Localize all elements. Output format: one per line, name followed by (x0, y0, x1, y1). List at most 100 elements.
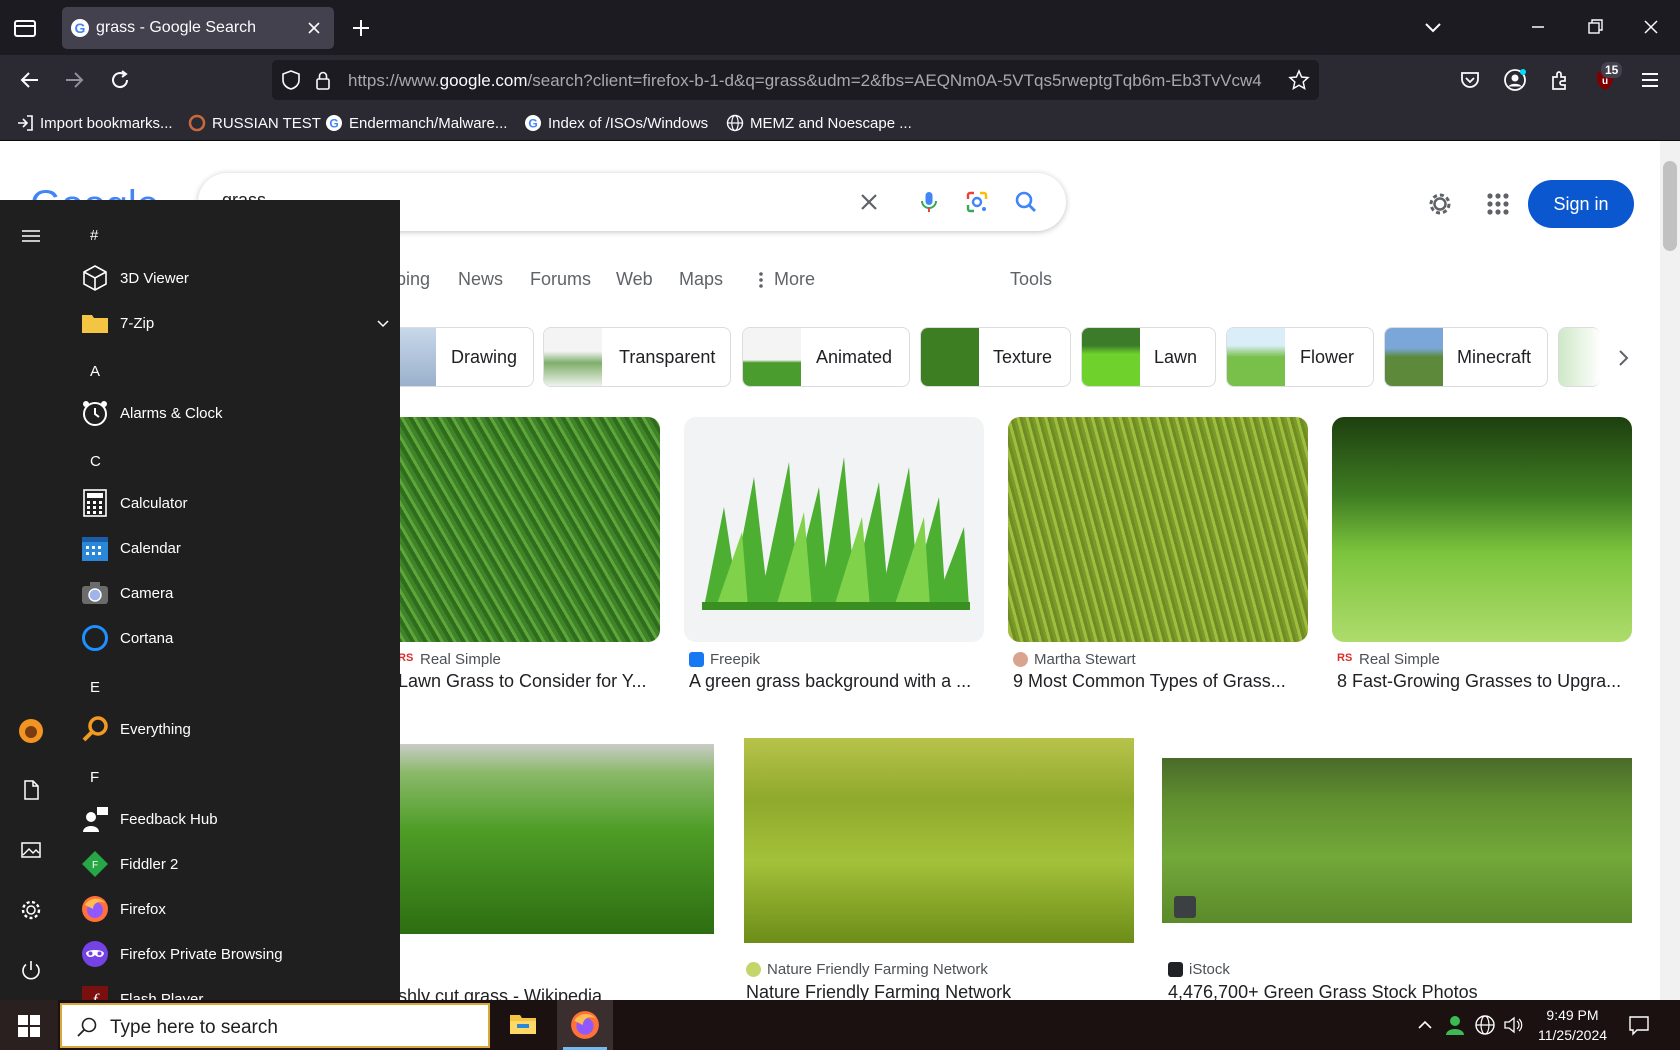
chip-minecraft[interactable]: Minecraft (1384, 327, 1548, 387)
result-thumbnail[interactable] (1162, 758, 1632, 923)
minimize-icon[interactable] (1527, 16, 1549, 38)
network-globe-icon[interactable] (1474, 1014, 1496, 1036)
power-icon[interactable] (19, 958, 43, 982)
bookmark-endermanch[interactable]: G Endermanch/Malware... (325, 113, 507, 133)
tab-maps[interactable]: Maps (679, 269, 723, 290)
result-title[interactable]: 9 Most Common Types of Grass... (1013, 671, 1305, 692)
chip-animated[interactable]: Animated (742, 327, 910, 387)
account-icon[interactable] (1503, 68, 1527, 92)
result-title[interactable]: 4,476,700+ Green Grass Stock Photos (1168, 982, 1628, 1000)
tab-news[interactable]: News (458, 269, 503, 290)
chip-flower[interactable]: Flower (1226, 327, 1374, 387)
pocket-icon[interactable] (1458, 68, 1482, 92)
forward-icon[interactable] (62, 68, 86, 92)
app-cortana[interactable]: Cortana (80, 617, 380, 659)
settings-gear-icon[interactable] (19, 898, 43, 922)
section-letter[interactable]: E (90, 679, 100, 696)
extensions-icon[interactable] (1548, 68, 1572, 92)
start-button[interactable] (0, 1000, 58, 1050)
chip-lawn[interactable]: Lawn (1081, 327, 1216, 387)
app-7zip[interactable]: 7-Zip (80, 302, 390, 344)
taskbar-file-explorer[interactable] (495, 1000, 551, 1050)
taskbar-firefox[interactable] (557, 1000, 613, 1050)
result-title[interactable]: 8 Fast-Growing Grasses to Upgra... (1337, 671, 1629, 692)
new-tab-icon[interactable] (350, 17, 372, 39)
app-calculator[interactable]: Calculator (80, 482, 380, 524)
back-icon[interactable] (18, 68, 42, 92)
show-hidden-icons-icon[interactable] (1414, 1014, 1436, 1036)
app-3d-viewer[interactable]: 3D Viewer (80, 257, 380, 299)
bookmark-star-icon[interactable] (1288, 69, 1310, 91)
close-window-icon[interactable] (1640, 16, 1662, 38)
app-menu-icon[interactable] (1638, 68, 1662, 92)
app-firefox-private[interactable]: Firefox Private Browsing (80, 933, 380, 975)
app-feedback-hub[interactable]: Feedback Hub (80, 798, 380, 840)
app-alarms-clock[interactable]: Alarms & Clock (80, 392, 380, 434)
section-letter[interactable]: C (90, 453, 101, 470)
bookmark-memz[interactable]: MEMZ and Noescape ... (726, 113, 912, 133)
address-bar[interactable]: https://www.google.com/search?client=fir… (272, 60, 1319, 100)
documents-icon[interactable] (19, 778, 43, 802)
chip-texture[interactable]: Texture (920, 327, 1071, 387)
chevron-right-icon[interactable] (1612, 347, 1634, 369)
section-letter[interactable]: # (90, 227, 98, 244)
result-title[interactable]: A green grass background with a ... (689, 671, 981, 692)
result-thumbnail[interactable] (744, 738, 1134, 943)
taskbar-search-box[interactable]: Type here to search (60, 1003, 490, 1048)
user-tray-icon[interactable] (1444, 1014, 1466, 1036)
app-flash-player[interactable]: f Flash Player (80, 978, 380, 1000)
chevron-down-icon[interactable] (376, 316, 390, 330)
url-text[interactable]: https://www.google.com/search?client=fir… (348, 71, 1278, 91)
chip-drawing[interactable]: Drawing (380, 327, 534, 387)
chip-transparent[interactable]: Transparent (543, 327, 731, 387)
tracking-protection-shield-icon[interactable] (280, 69, 302, 91)
lens-search-icon[interactable] (964, 189, 990, 215)
result-title[interactable]: Lawn Grass to Consider for Y... (398, 671, 660, 692)
restore-icon[interactable] (1584, 16, 1606, 38)
result-thumbnail[interactable] (1008, 417, 1308, 642)
reload-icon[interactable] (108, 68, 132, 92)
result-thumbnail[interactable] (398, 417, 660, 642)
bookmark-russian-test[interactable]: RUSSIAN TEST (188, 113, 321, 133)
google-favicon-icon: G (326, 115, 342, 131)
close-tab-icon[interactable] (304, 18, 324, 38)
clear-search-icon[interactable] (856, 189, 882, 215)
section-letter[interactable]: A (90, 363, 100, 380)
bookmark-index-isos[interactable]: G Index of /ISOs/Windows (524, 113, 708, 133)
sign-in-button[interactable]: Sign in (1528, 180, 1634, 228)
bookmark-import[interactable]: Import bookmarks... (16, 113, 173, 133)
page-scrollbar[interactable] (1660, 141, 1680, 1000)
result-title[interactable]: Nature Friendly Farming Network (746, 982, 1134, 1000)
result-thumbnail[interactable] (1332, 417, 1632, 642)
app-camera[interactable]: Camera (80, 572, 380, 614)
scrollbar-thumb[interactable] (1663, 161, 1677, 251)
result-title[interactable]: shly cut grass - Wikipedia (398, 986, 714, 1000)
section-letter[interactable]: F (90, 769, 99, 786)
tab-list-icon[interactable] (12, 16, 38, 40)
tab-more[interactable]: More (756, 269, 815, 290)
search-submit-icon[interactable] (1013, 189, 1039, 215)
lock-icon[interactable] (312, 69, 334, 91)
tab-forums[interactable]: Forums (530, 269, 591, 290)
app-everything[interactable]: Everything (80, 708, 380, 750)
result-thumbnail[interactable] (684, 417, 984, 642)
app-firefox[interactable]: Firefox (80, 888, 380, 930)
browser-tab-active[interactable]: G grass - Google Search (62, 7, 334, 49)
pictures-icon[interactable] (19, 838, 43, 862)
taskbar-clock[interactable]: 9:49 PM 11/25/2024 (1530, 1005, 1615, 1045)
notification-center-icon[interactable] (1628, 1014, 1650, 1036)
google-apps-icon[interactable] (1484, 190, 1512, 218)
app-fiddler[interactable]: F Fiddler 2 (80, 843, 380, 885)
tab-web[interactable]: Web (616, 269, 653, 290)
hamburger-menu-icon[interactable] (19, 224, 43, 248)
chip-more[interactable] (1558, 327, 1600, 387)
tools-button[interactable]: Tools (1010, 269, 1052, 290)
voice-search-icon[interactable] (916, 189, 942, 215)
result-thumbnail[interactable] (398, 744, 714, 934)
list-all-tabs-icon[interactable] (1422, 16, 1444, 38)
settings-gear-icon[interactable] (1426, 190, 1454, 218)
volume-icon[interactable] (1502, 1014, 1524, 1036)
tab-shopping[interactable]: ping (396, 269, 430, 290)
app-calendar[interactable]: Calendar (80, 527, 380, 569)
user-avatar[interactable] (18, 718, 44, 744)
